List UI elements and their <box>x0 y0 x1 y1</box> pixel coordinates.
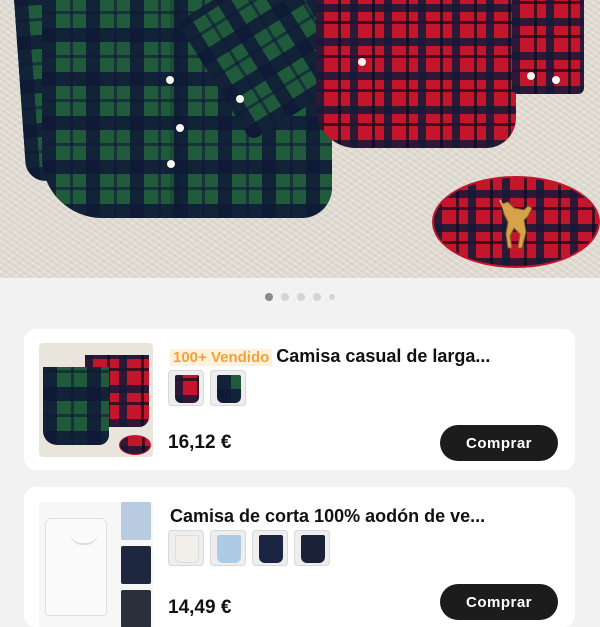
variant-navy-dark[interactable] <box>294 530 330 566</box>
shirt-button <box>236 95 244 103</box>
sold-count-badge: 100+ Vendido <box>170 349 273 366</box>
variant-image <box>217 535 241 563</box>
carousel-dot[interactable] <box>297 293 305 301</box>
navy-shirt-thumb <box>121 546 151 584</box>
product-card[interactable]: 100+ Vendido Camisa casual de larga... 16… <box>24 329 575 470</box>
carousel-dot-active[interactable] <box>265 293 273 301</box>
buy-button[interactable]: Comprar <box>440 425 558 461</box>
shirt-button <box>552 76 560 84</box>
variant-image <box>175 535 199 563</box>
shirt-button <box>527 72 535 80</box>
shirt-placket <box>170 0 180 216</box>
dark-shirt-thumb <box>121 590 151 627</box>
polo-horse-logo-icon <box>499 199 533 249</box>
variant-light-blue[interactable] <box>210 530 246 566</box>
carousel-indicator <box>0 293 600 301</box>
shirt-button <box>166 76 174 84</box>
variant-image <box>259 535 283 563</box>
variant-red-tartan[interactable] <box>168 370 204 406</box>
blue-shirt-thumb <box>121 502 151 540</box>
product-thumbnail[interactable] <box>39 343 153 457</box>
shirt-button <box>358 58 366 66</box>
green-shirt-thumb <box>43 367 109 445</box>
variant-swatches <box>168 370 246 406</box>
product-price: 14,49 € <box>168 597 232 618</box>
product-title-row[interactable]: 100+ Vendido Camisa casual de larga... <box>170 344 560 368</box>
variant-image <box>175 375 199 403</box>
variant-green-tartan[interactable] <box>210 370 246 406</box>
variant-image <box>217 375 241 403</box>
logo-inset-thumb <box>119 435 151 455</box>
red-shirt-sleeve-image <box>512 0 584 94</box>
carousel-dot[interactable] <box>281 293 289 301</box>
red-tartan-shirt-image <box>316 0 516 148</box>
variant-image <box>301 535 325 563</box>
carousel-dot[interactable] <box>313 293 321 301</box>
buy-button[interactable]: Comprar <box>440 584 558 620</box>
product-image-carousel[interactable] <box>0 0 600 278</box>
shirt-button <box>167 160 175 168</box>
variant-swatches <box>168 530 330 566</box>
product-card[interactable]: Camisa de corta 100% aodón de ve... 14,4… <box>24 487 575 627</box>
product-title[interactable]: Camisa de corta 100% aodón de ve... <box>170 504 560 528</box>
shirt-collar <box>70 533 98 545</box>
product-title: Camisa casual de larga... <box>276 346 491 366</box>
variant-navy[interactable] <box>252 530 288 566</box>
product-thumbnail[interactable] <box>39 502 153 627</box>
shirt-button <box>176 124 184 132</box>
white-shirt-image <box>45 518 107 616</box>
carousel-dot[interactable] <box>329 294 335 300</box>
variant-cream[interactable] <box>168 530 204 566</box>
product-price: 16,12 € <box>168 432 232 453</box>
